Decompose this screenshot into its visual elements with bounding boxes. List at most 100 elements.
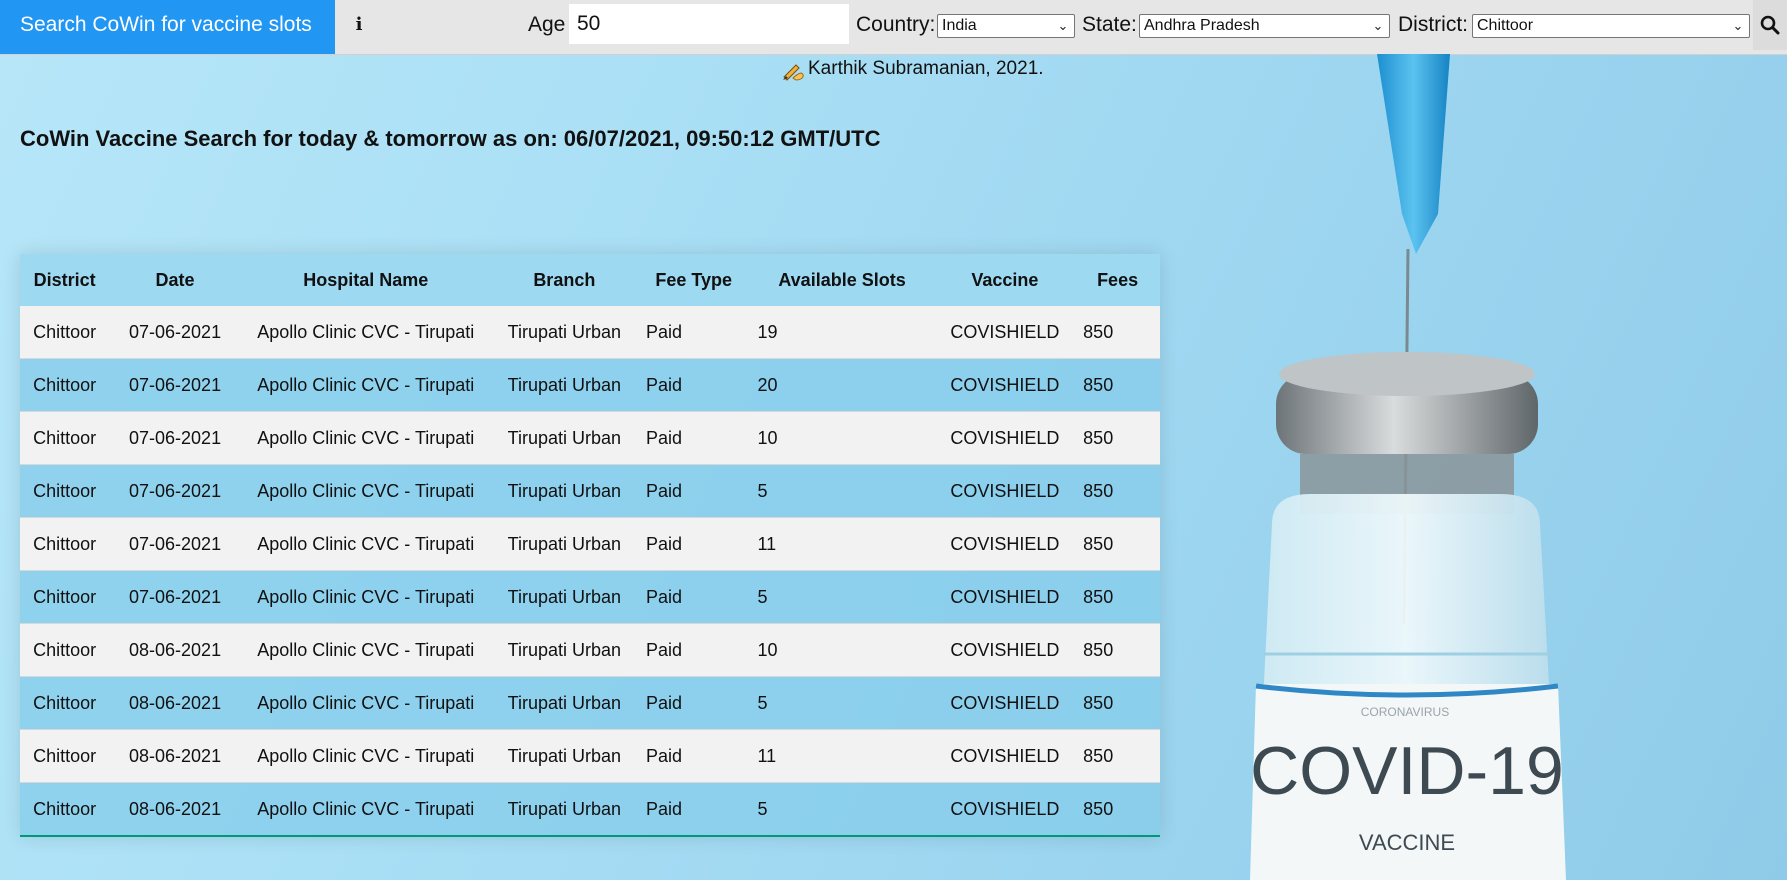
cell-hospital-name: Apollo Clinic CVC - Tirupati <box>257 745 475 766</box>
cell-fees: 850 <box>1083 480 1114 501</box>
cell-date: 07-06-2021 <box>129 374 222 395</box>
age-input[interactable] <box>569 4 849 44</box>
cell-fees: 850 <box>1083 745 1114 766</box>
table-row: Chittoor 07-06-2021 Apollo Clinic CVC - Ti… <box>20 517 1160 571</box>
cell-fee-type: Paid <box>645 480 682 501</box>
cell-branch: Tirupati Urban <box>507 533 622 554</box>
age-label: Age <box>528 13 566 36</box>
writing-hand-icon <box>783 64 804 81</box>
cell-fee-type: Paid <box>645 745 682 766</box>
table-row: Chittoor 07-06-2021 Apollo Clinic CVC - Ti… <box>20 306 1160 359</box>
vial-label-title: COVID-19 <box>1250 733 1564 809</box>
cell-hospital-name: Apollo Clinic CVC - Tirupati <box>257 798 475 819</box>
table-body: Chittoor 07-06-2021 Apollo Clinic CVC - Ti… <box>20 306 1160 836</box>
cell-hospital-name: Apollo Clinic CVC - Tirupati <box>257 692 475 713</box>
cell-district: Chittoor <box>33 480 97 501</box>
cell-vaccine: COVISHIELD <box>950 745 1060 766</box>
cell-district: Chittoor <box>33 798 97 819</box>
country-select[interactable]: India ⌄ <box>937 14 1075 38</box>
cell-available-slots: 5 <box>757 480 768 501</box>
cell-available-slots: 11 <box>757 745 777 766</box>
cell-district: Chittoor <box>33 745 97 766</box>
column-header: Branch <box>533 269 596 290</box>
cell-available-slots: 10 <box>757 639 778 660</box>
cell-hospital-name: Apollo Clinic CVC - Tirupati <box>257 427 475 448</box>
cell-fee-type: Paid <box>645 374 682 395</box>
page-title: CoWin Vaccine Search for today & tomorro… <box>20 126 881 151</box>
column-header: Fees <box>1097 269 1139 290</box>
top-navbar: Search CoWin for vaccine slots i Age Cou… <box>0 0 1787 55</box>
vial-label-sub: VACCINE <box>1359 830 1455 855</box>
cell-date: 08-06-2021 <box>129 639 222 660</box>
cell-branch: Tirupati Urban <box>507 427 622 448</box>
cell-fee-type: Paid <box>645 692 682 713</box>
cell-fees: 850 <box>1083 374 1114 395</box>
cell-district: Chittoor <box>33 533 97 554</box>
cell-fee-type: Paid <box>645 639 682 660</box>
district-select[interactable]: Chittoor ⌄ <box>1472 14 1750 38</box>
cell-branch: Tirupati Urban <box>507 374 622 395</box>
cell-date: 08-06-2021 <box>129 745 222 766</box>
cell-fees: 850 <box>1083 798 1114 819</box>
cell-date: 08-06-2021 <box>129 692 222 713</box>
cell-branch: Tirupati Urban <box>507 798 622 819</box>
table-row: Chittoor 07-06-2021 Apollo Clinic CVC - Ti… <box>20 570 1160 624</box>
state-label: State: <box>1082 13 1137 36</box>
state-select[interactable]: Andhra Pradesh ⌄ <box>1139 14 1390 38</box>
search-icon <box>1760 15 1780 35</box>
chevron-down-icon: ⌄ <box>1372 18 1384 33</box>
cell-fees: 850 <box>1083 427 1114 448</box>
table-row: Chittoor 07-06-2021 Apollo Clinic CVC - Ti… <box>20 358 1160 412</box>
cell-branch: Tirupati Urban <box>507 321 622 342</box>
chevron-down-icon: ⌄ <box>1057 18 1069 33</box>
cell-fees: 850 <box>1083 321 1114 342</box>
cell-branch: Tirupati Urban <box>507 745 622 766</box>
table-row: Chittoor 08-06-2021 Apollo Clinic CVC - Ti… <box>20 729 1160 783</box>
cell-hospital-name: Apollo Clinic CVC - Tirupati <box>257 321 475 342</box>
table-row: Chittoor 08-06-2021 Apollo Clinic CVC - Ti… <box>20 623 1160 677</box>
cell-district: Chittoor <box>33 586 97 607</box>
cell-available-slots: 5 <box>757 586 768 607</box>
cell-hospital-name: Apollo Clinic CVC - Tirupati <box>257 374 475 395</box>
author-credit: Karthik Subramanian, 2021. <box>781 57 1044 81</box>
chevron-down-icon: ⌄ <box>1732 18 1744 33</box>
vaccine-vial-illustration: CORONAVIRUS COVID-19 VACCINE <box>1250 54 1566 880</box>
cell-date: 07-06-2021 <box>129 427 222 448</box>
table-row: Chittoor 07-06-2021 Apollo Clinic CVC - Ti… <box>20 411 1160 465</box>
cell-vaccine: COVISHIELD <box>950 692 1060 713</box>
cell-fee-type: Paid <box>645 427 682 448</box>
cell-available-slots: 5 <box>757 692 768 713</box>
cell-available-slots: 11 <box>757 533 777 554</box>
vaccine-slots-table: District Date Hospital Name Branch Fee T… <box>20 254 1160 837</box>
cell-date: 07-06-2021 <box>129 586 222 607</box>
cell-branch: Tirupati Urban <box>507 639 622 660</box>
cell-fee-type: Paid <box>645 798 682 819</box>
cell-vaccine: COVISHIELD <box>950 586 1060 607</box>
column-header: Fee Type <box>655 269 733 290</box>
cell-district: Chittoor <box>33 639 97 660</box>
cell-district: Chittoor <box>33 427 97 448</box>
table-row: Chittoor 08-06-2021 Apollo Clinic CVC - Ti… <box>20 782 1160 836</box>
cell-vaccine: COVISHIELD <box>950 639 1060 660</box>
cell-district: Chittoor <box>33 321 97 342</box>
table-row: Chittoor 07-06-2021 Apollo Clinic CVC - Ti… <box>20 464 1160 518</box>
search-button[interactable] <box>1753 0 1787 50</box>
table-header-row: District Date Hospital Name Branch Fee T… <box>20 254 1160 306</box>
cell-fees: 850 <box>1083 533 1114 554</box>
state-select-value: Andhra Pradesh <box>1144 17 1260 34</box>
column-header: Vaccine <box>971 269 1039 290</box>
cell-date: 08-06-2021 <box>129 798 222 819</box>
column-header: Date <box>155 269 195 290</box>
cell-available-slots: 20 <box>757 374 778 395</box>
info-icon[interactable]: i <box>352 0 366 50</box>
cell-available-slots: 19 <box>757 321 778 342</box>
cell-date: 07-06-2021 <box>129 321 222 342</box>
cell-branch: Tirupati Urban <box>507 480 622 501</box>
cell-fees: 850 <box>1083 639 1114 660</box>
cell-hospital-name: Apollo Clinic CVC - Tirupati <box>257 586 475 607</box>
column-header: Hospital Name <box>303 269 429 290</box>
brand-title[interactable]: Search CoWin for vaccine slots <box>0 0 335 54</box>
column-header: Available Slots <box>778 269 906 290</box>
cell-date: 07-06-2021 <box>129 480 222 501</box>
cell-branch: Tirupati Urban <box>507 692 622 713</box>
